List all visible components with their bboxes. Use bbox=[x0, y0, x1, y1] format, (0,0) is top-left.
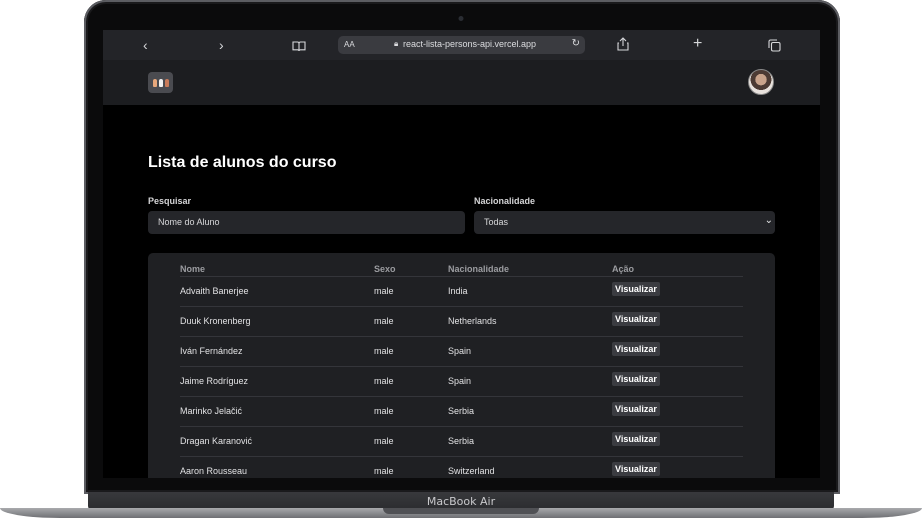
student-sex: male bbox=[374, 346, 394, 356]
student-sex: male bbox=[374, 286, 394, 296]
lock-icon: 🔒︎ bbox=[394, 39, 399, 48]
nationality-label: Nacionalidade bbox=[474, 196, 536, 206]
search-input[interactable]: Nome do Aluno bbox=[148, 211, 465, 234]
chevron-down-icon: ⌄ bbox=[764, 215, 773, 226]
student-nationality: Switzerland bbox=[448, 466, 495, 476]
view-button[interactable]: Visualizar bbox=[612, 282, 660, 296]
laptop-notch bbox=[383, 508, 539, 514]
page-title: Lista de alunos do curso bbox=[148, 154, 337, 171]
table-row: Marinko Jelačić male Serbia Visualizar bbox=[180, 397, 743, 427]
student-name: Advaith Banerjee bbox=[180, 286, 249, 296]
forward-icon[interactable]: › bbox=[219, 36, 224, 54]
table-row: Dragan Karanović male Serbia Visualizar bbox=[180, 427, 743, 457]
view-button[interactable]: Visualizar bbox=[612, 342, 660, 356]
student-nationality: Netherlands bbox=[448, 316, 497, 326]
view-button[interactable]: Visualizar bbox=[612, 372, 660, 386]
column-header-action: Ação bbox=[612, 264, 635, 274]
students-table: Nome Sexo Nacionalidade Ação Advaith Ban… bbox=[148, 253, 775, 478]
app-header bbox=[103, 60, 820, 105]
student-sex: male bbox=[374, 376, 394, 386]
tabs-icon[interactable] bbox=[768, 38, 781, 56]
table-row: Advaith Banerjee male India Visualizar bbox=[180, 277, 743, 307]
book-icon[interactable] bbox=[292, 38, 306, 56]
column-header-sex: Sexo bbox=[374, 264, 396, 274]
laptop-base: MacBook Air bbox=[0, 492, 922, 530]
camera-icon bbox=[458, 16, 464, 21]
app-logo-icon[interactable] bbox=[148, 72, 173, 93]
column-header-nationality: Nacionalidade bbox=[448, 264, 510, 274]
main-content: Lista de alunos do curso Pesquisar Nome … bbox=[103, 105, 820, 478]
reload-icon[interactable]: ↻ bbox=[572, 38, 580, 49]
view-button[interactable]: Visualizar bbox=[612, 402, 660, 416]
new-tab-icon[interactable]: + bbox=[693, 35, 702, 53]
student-nationality: Serbia bbox=[448, 436, 475, 446]
student-name: Dragan Karanović bbox=[180, 436, 253, 446]
view-button[interactable]: Visualizar bbox=[612, 462, 660, 476]
back-icon[interactable]: ‹ bbox=[143, 36, 148, 54]
nationality-select[interactable]: Todas ⌄ bbox=[474, 211, 775, 234]
url-text: react-lista-persons-api.vercel.app bbox=[403, 39, 537, 49]
student-name: Marinko Jelačić bbox=[180, 406, 243, 416]
student-sex: male bbox=[374, 466, 394, 476]
column-header-name: Nome bbox=[180, 264, 206, 274]
student-nationality: India bbox=[448, 286, 468, 296]
screen: ‹ › AA 🔒︎ react-lista-persons-api.vercel… bbox=[103, 30, 820, 478]
table-row: Jaime Rodríguez male Spain Visualizar bbox=[180, 367, 743, 397]
view-button[interactable]: Visualizar bbox=[612, 312, 660, 326]
device-label: MacBook Air bbox=[426, 495, 496, 508]
browser-toolbar: ‹ › AA 🔒︎ react-lista-persons-api.vercel… bbox=[103, 30, 820, 60]
student-nationality: Spain bbox=[448, 376, 472, 386]
share-icon[interactable] bbox=[617, 37, 629, 55]
table-row: Iván Fernández male Spain Visualizar bbox=[180, 337, 743, 367]
student-sex: male bbox=[374, 316, 394, 326]
search-label: Pesquisar bbox=[148, 196, 192, 206]
table-row: Aaron Rousseau male Switzerland Visualiz… bbox=[180, 457, 743, 478]
student-sex: male bbox=[374, 436, 394, 446]
student-sex: male bbox=[374, 406, 394, 416]
user-avatar[interactable] bbox=[748, 69, 774, 95]
student-name: Duuk Kronenberg bbox=[180, 316, 251, 326]
nationality-selected-value: Todas bbox=[484, 217, 509, 227]
view-button[interactable]: Visualizar bbox=[612, 432, 660, 446]
address-bar[interactable]: AA 🔒︎ react-lista-persons-api.vercel.app… bbox=[338, 36, 585, 54]
text-size-button[interactable]: AA bbox=[344, 40, 355, 49]
table-row: Duuk Kronenberg male Netherlands Visuali… bbox=[180, 307, 743, 337]
student-name: Jaime Rodríguez bbox=[180, 376, 249, 386]
student-name: Aaron Rousseau bbox=[180, 466, 248, 476]
student-nationality: Spain bbox=[448, 346, 472, 356]
student-nationality: Serbia bbox=[448, 406, 475, 416]
student-name: Iván Fernández bbox=[180, 346, 243, 356]
